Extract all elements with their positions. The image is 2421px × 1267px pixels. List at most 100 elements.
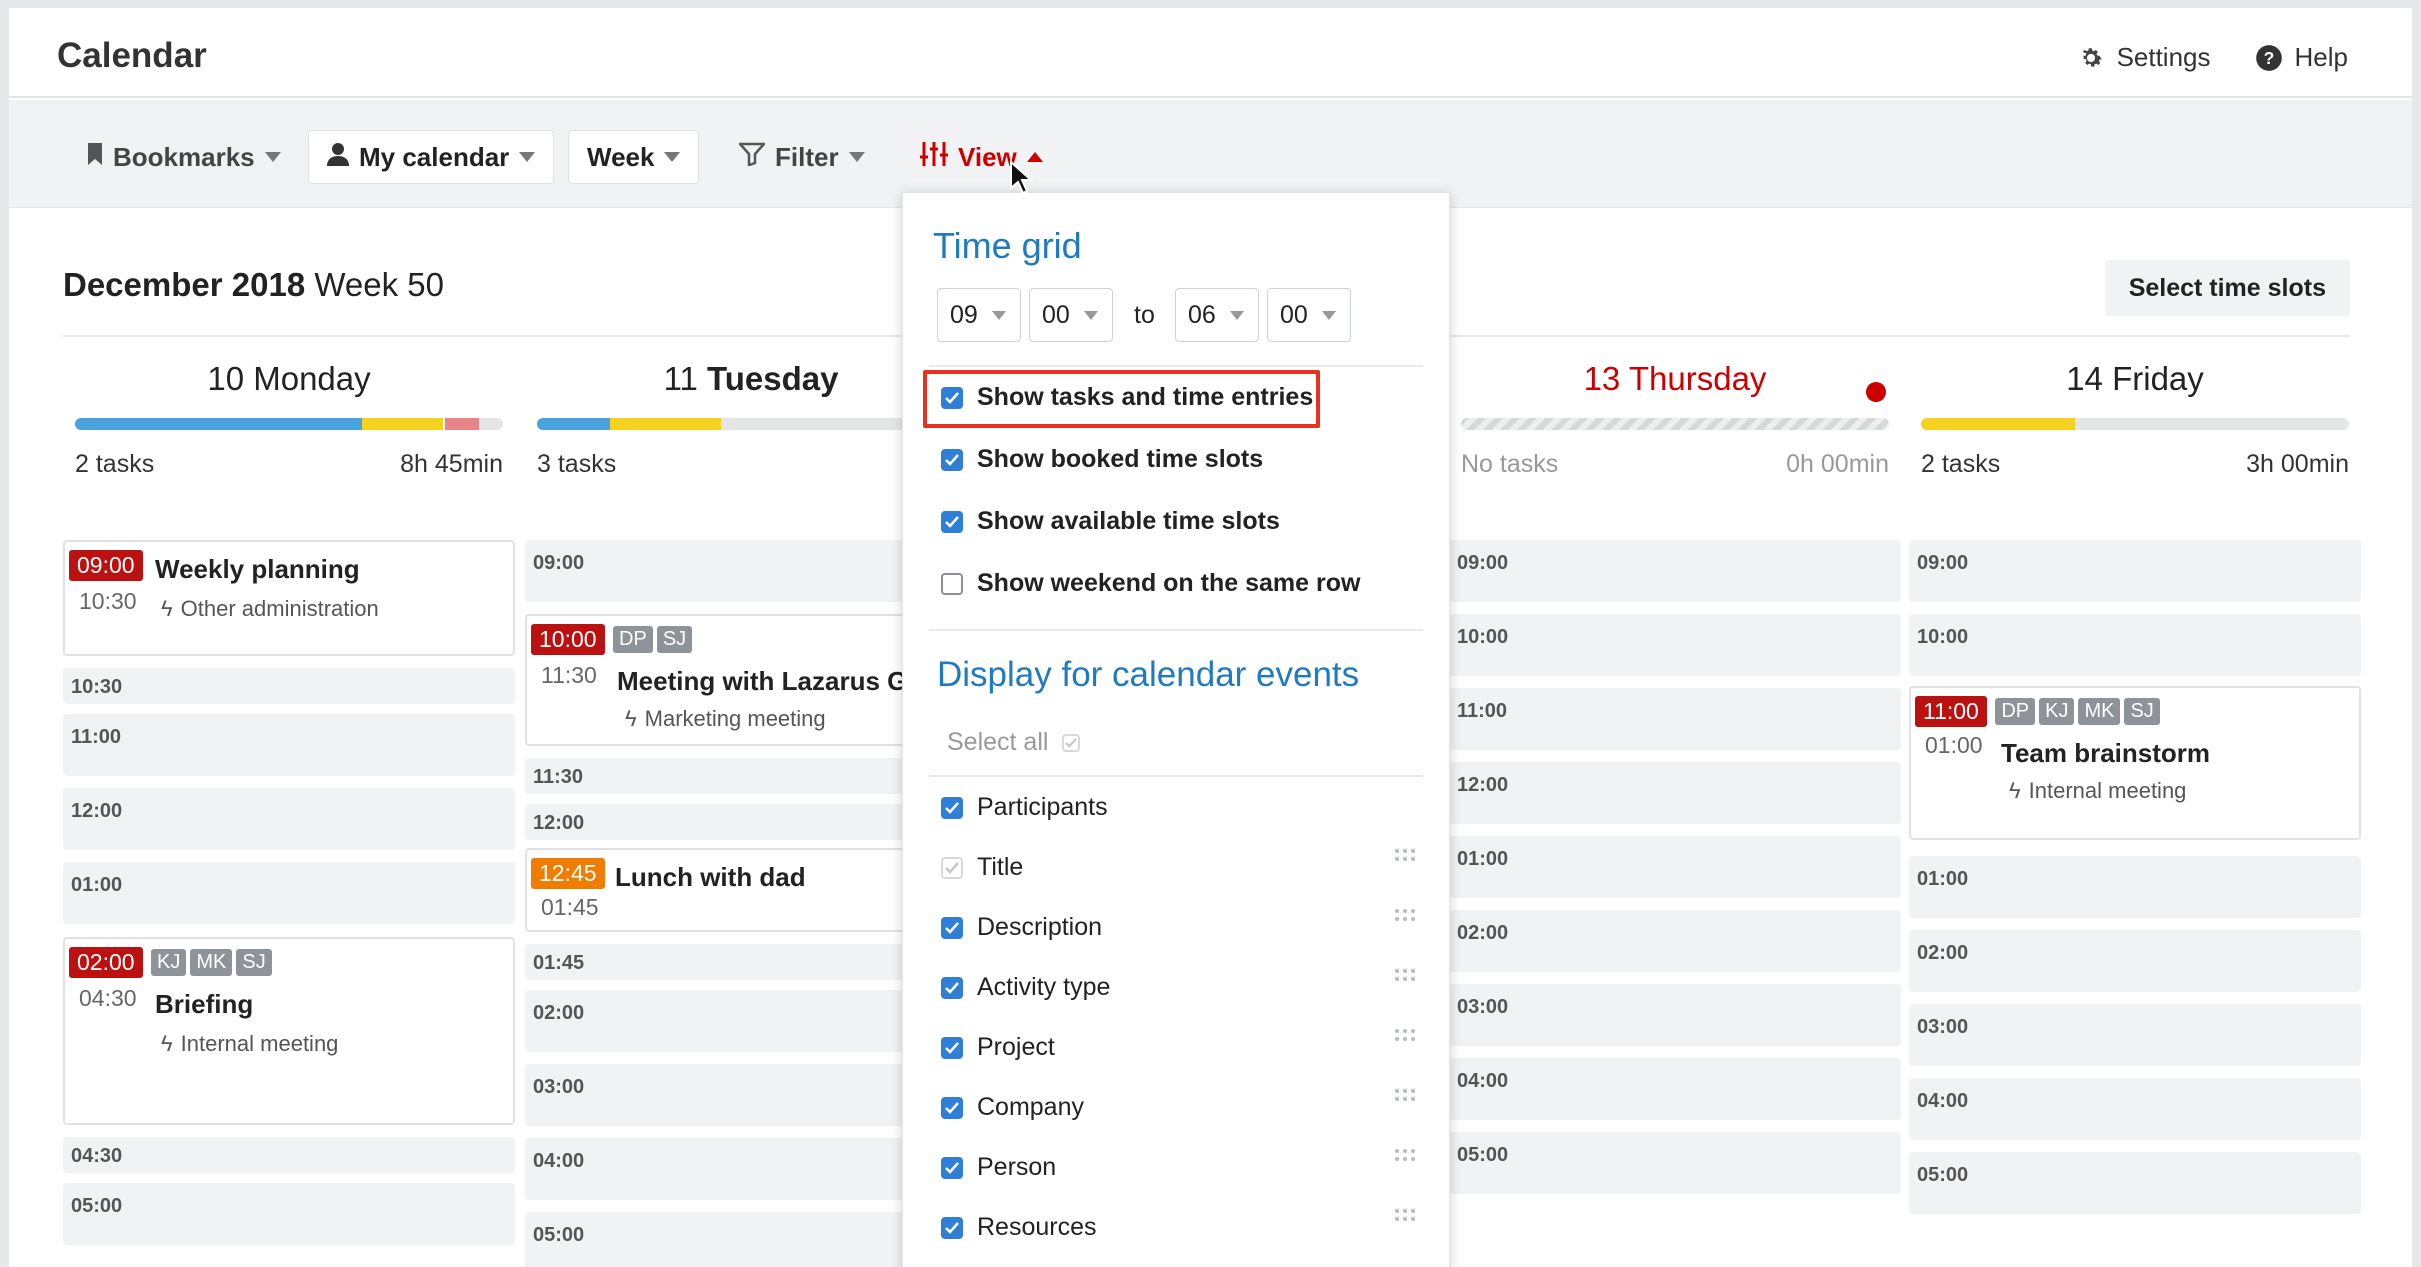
show-weekend-option[interactable]: Show weekend on the same row [941,569,1360,598]
field-description[interactable]: Description [941,913,1102,942]
day-name: Monday [253,360,371,397]
drag-handle-icon[interactable] [1395,1029,1415,1041]
from-minute-select[interactable]: 00 [1029,288,1113,342]
checkbox-checked-icon[interactable] [941,796,963,819]
day-header[interactable]: 13 Thursday [1449,348,1901,408]
checkbox-checked-icon[interactable] [941,510,963,533]
time-slot[interactable]: 01:00 [63,862,515,924]
day-number: 10 [207,360,245,397]
time-slot[interactable]: 05:00 [1449,1132,1901,1194]
help-button[interactable]: ? Help [2255,42,2348,73]
time-slot[interactable]: 10:00 [1449,614,1901,676]
time-slot[interactable]: 12:00 [1449,762,1901,824]
checkbox-checked-icon[interactable] [941,976,963,999]
checkbox-checked-icon[interactable] [941,1036,963,1059]
time-slot[interactable]: 03:00 [1909,1004,2361,1066]
show-booked-option[interactable]: Show booked time slots [941,445,1263,474]
time-slot[interactable]: 10:00 [1909,614,2361,676]
chevron-down-icon [991,310,1006,320]
checkbox-checked-icon[interactable] [941,1156,963,1179]
time-slot[interactable]: 02:00 [1909,930,2361,992]
checkbox-checked-icon[interactable] [941,1096,963,1119]
select-all-option[interactable]: Select all [947,728,1081,757]
event-card[interactable]: 02:00 KJ MK SJ 04:30 Briefing ϟ Internal me… [63,937,515,1125]
field-resources[interactable]: Resources [941,1213,1097,1242]
field-activity-type[interactable]: Activity type [941,973,1110,1002]
event-type: ϟ Internal meeting [2009,778,2186,804]
field-company[interactable]: Company [941,1093,1084,1122]
task-count: 3 tasks [537,450,617,478]
checkbox-checked-icon[interactable] [941,448,963,471]
checkbox-disabled-icon[interactable] [1062,733,1081,752]
select-time-slots-button[interactable]: Select time slots [2104,260,2350,316]
checkbox-checked-icon[interactable] [941,386,963,409]
time-slot[interactable]: 04:00 [1909,1078,2361,1140]
drag-handle-icon[interactable] [1395,1089,1415,1101]
event-card[interactable]: 11:00 DP KJ MK SJ 01:00 Team brainstorm ϟ In… [1909,686,2361,840]
time-slot[interactable]: 11:00 [1449,688,1901,750]
time-slot[interactable]: 03:00 [1449,984,1901,1046]
today-indicator [1866,382,1886,402]
time-slot[interactable]: 09:00 [1909,540,2361,602]
event-end: 01:45 [541,894,599,920]
event-card[interactable]: 09:00 Weekly planning 10:30 ϟ Other admin… [63,540,515,656]
show-tasks-option[interactable]: Show tasks and time entries [941,383,1313,412]
time-slot[interactable]: 01:00 [1909,856,2361,918]
drag-handle-icon[interactable] [1395,1209,1415,1221]
field-participants[interactable]: Participants [941,793,1108,822]
time-slot[interactable]: 05:00 [63,1183,515,1245]
chevron-down-icon [1229,310,1244,320]
mouse-cursor-icon [1009,159,1034,201]
time-slot[interactable]: 11:00 [63,714,515,776]
option-label: Show booked time slots [977,445,1264,473]
drag-handle-icon[interactable] [1395,909,1415,921]
time-slot[interactable]: 04:00 [1449,1058,1901,1120]
from-hour-select[interactable]: 09 [937,288,1021,342]
day-name: Tuesday [707,360,839,397]
settings-button[interactable]: Settings [2077,42,2211,73]
time-slot[interactable]: 12:00 [63,788,515,850]
day-header[interactable]: 14 Friday [1909,348,2361,408]
to-label: to [1134,301,1155,329]
time-slot[interactable]: 02:00 [1449,910,1901,972]
checkbox-unchecked-icon[interactable] [941,572,963,595]
time-slot[interactable]: 01:00 [1449,836,1901,898]
field-title[interactable]: Title [941,853,1023,882]
my-calendar-label: My calendar [359,141,510,172]
svg-text:?: ? [2263,47,2274,67]
time-slot[interactable]: 10:30 [63,668,515,704]
view-dropdown[interactable]: View [902,130,1061,184]
event-type-label: Other administration [180,596,379,621]
time-slot[interactable]: 05:00 [1909,1152,2361,1214]
event-type-label: Marketing meeting [644,706,826,731]
chevron-down-icon [664,152,681,162]
week-dropdown[interactable]: Week [568,130,700,184]
to-hour-select[interactable]: 06 [1175,288,1259,342]
to-minute-select[interactable]: 00 [1267,288,1351,342]
day-header[interactable]: 10 Monday [63,348,515,408]
time-slot[interactable]: 04:30 [63,1137,515,1173]
filter-label: Filter [775,141,839,172]
bookmarks-dropdown[interactable]: Bookmarks [69,130,299,184]
drag-handle-icon[interactable] [1395,849,1415,861]
day-column-friday: 14 Friday 2 tasks 3h 00min 09:00 10:00 1… [1909,348,2361,1214]
drag-handle-icon[interactable] [1395,1149,1415,1161]
day-duration: 3h 00min [2246,450,2349,478]
drag-handle-icon[interactable] [1395,969,1415,981]
field-person[interactable]: Person [941,1153,1056,1182]
field-project[interactable]: Project [941,1033,1055,1062]
my-calendar-dropdown[interactable]: My calendar [308,130,555,184]
field-label: Person [977,1153,1057,1181]
month-year: December 2018 [63,266,306,303]
select-all-label: Select all [947,728,1049,756]
bookmarks-label: Bookmarks [113,141,255,172]
show-available-option[interactable]: Show available time slots [941,507,1280,536]
checkbox-checked-icon[interactable] [941,1216,963,1239]
filter-dropdown[interactable]: Filter [721,130,883,184]
time-slot[interactable]: 09:00 [1449,540,1901,602]
day-number: 13 [1583,360,1621,397]
participant-tag: KJ [151,949,187,976]
top-bar: Calendar Settings ? Help [9,8,2412,98]
checkbox-checked-icon[interactable] [941,916,963,939]
from-minute-value: 00 [1042,300,1070,329]
